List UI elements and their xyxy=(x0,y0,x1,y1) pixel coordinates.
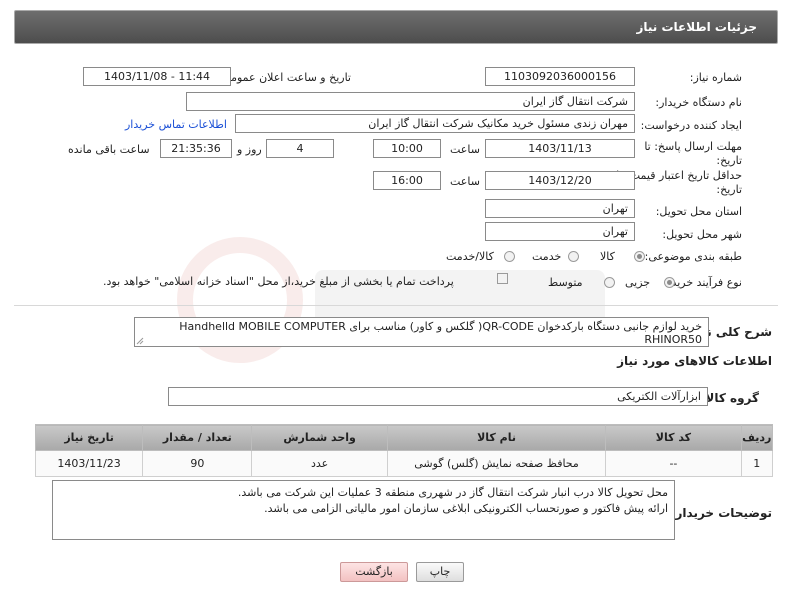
print-button[interactable]: چاپ xyxy=(416,562,464,582)
cell-unit: عدد xyxy=(251,450,388,477)
col-unit: واحد شمارش xyxy=(251,424,388,451)
process-radio-medium[interactable] xyxy=(604,277,615,288)
validity-date-sublabel: تاریخ: xyxy=(716,183,742,196)
table-row: 1 -- محافظ صفحه نمایش (گلس) گوشی عدد 90 … xyxy=(34,450,774,477)
category-radio-goods-service[interactable] xyxy=(504,251,515,262)
requester-label: ایجاد کننده درخواست: xyxy=(640,119,742,132)
summary-field: خرید لوازم جانبی دستگاه بارکدخوان QR-COD… xyxy=(134,317,709,347)
city-field: تهران xyxy=(485,222,635,241)
requester-field: مهران زندی مسئول خرید مکانیک شرکت انتقال… xyxy=(235,114,635,133)
table-header-row: ردیف کد کالا نام کالا واحد شمارش تعداد /… xyxy=(34,424,774,451)
col-need-date: تاریخ نیاز xyxy=(34,424,144,451)
days-remaining-field: 4 xyxy=(266,139,334,158)
goods-group-field: ابزارآلات الکتریکی xyxy=(168,387,708,406)
remaining-time-label: ساعت باقی مانده xyxy=(68,143,150,156)
cell-need-date: 1403/11/23 xyxy=(34,450,144,477)
category-radio-goods[interactable] xyxy=(634,251,645,262)
buyer-org-label: نام دستگاه خریدار: xyxy=(655,96,742,109)
validity-time-field: 16:00 xyxy=(373,171,441,190)
treasury-payment-checkbox[interactable] xyxy=(497,273,508,284)
buyer-notes-line-1: محل تحویل کالا درب انبار شرکت انتقال گاز… xyxy=(237,486,668,499)
deadline-hour-label: ساعت xyxy=(450,143,480,156)
validity-hour-label: ساعت xyxy=(450,175,480,188)
col-item-name: نام کالا xyxy=(386,424,607,451)
buyer-notes-label: توضیحات خریدار: xyxy=(670,506,772,520)
deadline-date-sublabel: تاریخ: xyxy=(716,154,742,167)
validity-label: حداقل تاریخ اعتبار قیمت: تا xyxy=(616,169,742,182)
col-quantity: تعداد / مقدار xyxy=(142,424,253,451)
category-option-goods: کالا xyxy=(600,250,615,263)
cell-row-number: 1 xyxy=(740,450,774,477)
goods-table: ردیف کد کالا نام کالا واحد شمارش تعداد /… xyxy=(34,424,774,477)
deadline-time-field: 10:00 xyxy=(373,139,441,158)
category-option-goods-service: کالا/خدمت xyxy=(446,250,494,263)
section-divider xyxy=(14,305,778,306)
resize-grip-icon[interactable] xyxy=(136,337,144,345)
validity-date-field: 1403/12/20 xyxy=(485,171,635,190)
days-label: روز و xyxy=(237,143,262,156)
cell-item-name: محافظ صفحه نمایش (گلس) گوشی xyxy=(386,450,607,477)
goods-group-label: گروه کالا: xyxy=(700,391,759,405)
cell-quantity: 90 xyxy=(142,450,253,477)
col-row-number: ردیف xyxy=(740,424,774,451)
process-label: نوع فرآیند خرید : xyxy=(664,276,742,289)
category-option-service: خدمت xyxy=(532,250,562,263)
process-radio-minor[interactable] xyxy=(664,277,675,288)
announce-date-field: 1403/11/08 - 11:44 xyxy=(83,67,231,86)
buyer-org-field: شرکت انتقال گاز ایران xyxy=(186,92,635,111)
goods-info-title: اطلاعات کالاهای مورد نیاز xyxy=(617,354,772,368)
cell-item-code: -- xyxy=(605,450,742,477)
treasury-payment-text: پرداخت تمام یا بخشی از مبلغ خرید،از محل … xyxy=(103,275,454,288)
province-label: استان محل تحویل: xyxy=(655,205,742,218)
page-title: جزئیات اطلاعات نیاز xyxy=(636,20,757,34)
col-item-code: کد کالا xyxy=(605,424,742,451)
page-header: جزئیات اطلاعات نیاز xyxy=(14,10,778,44)
buyer-contact-link[interactable]: اطلاعات تماس خریدار xyxy=(125,118,227,131)
need-number-field: 1103092036000156 xyxy=(485,67,635,86)
province-field: تهران xyxy=(485,199,635,218)
buyer-notes-field: محل تحویل کالا درب انبار شرکت انتقال گاز… xyxy=(52,480,675,540)
process-option-medium: متوسط xyxy=(548,276,583,289)
deadline-label: مهلت ارسال پاسخ: تا xyxy=(644,140,742,153)
category-label: طبقه بندی موضوعی: xyxy=(644,250,742,263)
announce-date-label: تاریخ و ساعت اعلان عمومی: xyxy=(218,71,351,84)
need-number-label: شماره نیاز: xyxy=(689,71,742,84)
process-option-minor: جزیی xyxy=(625,276,651,289)
remaining-time-field: 21:35:36 xyxy=(160,139,232,158)
deadline-date-field: 1403/11/13 xyxy=(485,139,635,158)
category-radio-service[interactable] xyxy=(568,251,579,262)
city-label: شهر محل تحویل: xyxy=(662,228,742,241)
back-button[interactable]: بازگشت xyxy=(340,562,408,582)
buyer-notes-line-2: ارائه پیش فاکتور و صورتحساب الکترونیکی ا… xyxy=(264,502,668,515)
